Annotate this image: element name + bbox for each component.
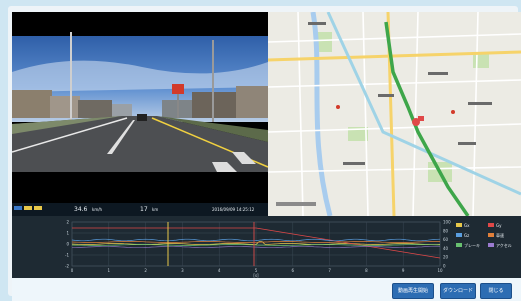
distance-value: 17 xyxy=(140,206,148,213)
x-tick-label: 2 xyxy=(144,268,147,273)
download-button[interactable]: ダウンロード xyxy=(440,283,476,299)
sensor-chart-plot: 0 1 2 3 4 5 6 7 8 9 10[s]210-1-2100806040200 Gx GyG… xyxy=(65,220,512,279)
y-right-tick-label: 100 xyxy=(443,220,451,225)
legend-label: アクセル xyxy=(496,242,512,248)
x-tick-label: 8 xyxy=(365,268,368,273)
route-map[interactable] xyxy=(268,12,521,216)
y-right-tick-label: 60 xyxy=(443,237,449,242)
x-tick-label: 10 xyxy=(437,268,443,273)
timestamp: 2016/09/09 14:25:12 xyxy=(212,207,255,212)
dashcam-video[interactable] xyxy=(12,12,268,203)
y-right-tick-label: 0 xyxy=(443,264,446,269)
legend-swatch xyxy=(456,243,462,247)
legend-label: Gz xyxy=(464,233,469,238)
series-swatch-yellow2 xyxy=(34,206,42,210)
dashcam-scene xyxy=(12,12,268,203)
x-tick-label: 0 xyxy=(71,268,74,273)
series-swatch-yellow xyxy=(24,206,32,210)
legend-label: Gy xyxy=(496,223,502,228)
y-left-tick-label: -1 xyxy=(65,253,69,258)
legend-swatch xyxy=(488,243,494,247)
legend-swatch xyxy=(456,223,462,227)
series-swatch-blue xyxy=(14,206,22,210)
legend-swatch xyxy=(456,233,462,237)
play-video-button[interactable]: 動画再生開始 xyxy=(392,283,434,299)
sensor-chart[interactable]: 0 1 2 3 4 5 6 7 8 9 10 [s] 2 1 0 -1 -2 100 80 60 40 20 0 Gx Gy G… xyxy=(12,216,521,278)
y-left-tick-label: -2 xyxy=(65,264,69,269)
legend-label: 車速 xyxy=(496,232,504,238)
legend-swatch xyxy=(488,223,494,227)
video-info-bar: 34.6 km/h 17 km 2016/09/09 14:25:12 xyxy=(12,203,268,216)
y-left-tick-label: 1 xyxy=(66,231,69,236)
speed-unit: km/h xyxy=(92,207,103,212)
distance-unit: km xyxy=(152,207,159,212)
x-tick-label: 7 xyxy=(328,268,331,273)
y-left-tick-label: 0 xyxy=(66,242,69,247)
legend-swatch xyxy=(488,233,494,237)
speed-value: 34.6 xyxy=(74,206,88,213)
x-tick-label: 9 xyxy=(402,268,405,273)
y-right-tick-label: 20 xyxy=(443,255,449,260)
close-button[interactable]: 閉じる xyxy=(480,283,512,299)
x-tick-label: 4 xyxy=(218,268,221,273)
x-tick-label: 3 xyxy=(181,268,184,273)
legend-label: Gx xyxy=(464,223,470,228)
x-tick-label: 6 xyxy=(292,268,295,273)
x-tick-label: 1 xyxy=(108,268,111,273)
map-canvas xyxy=(268,12,521,216)
y-left-tick-label: 2 xyxy=(66,220,69,225)
legend-label: ブレーキ xyxy=(464,242,480,248)
y-right-tick-label: 80 xyxy=(443,228,449,233)
y-right-tick-label: 40 xyxy=(443,246,449,251)
